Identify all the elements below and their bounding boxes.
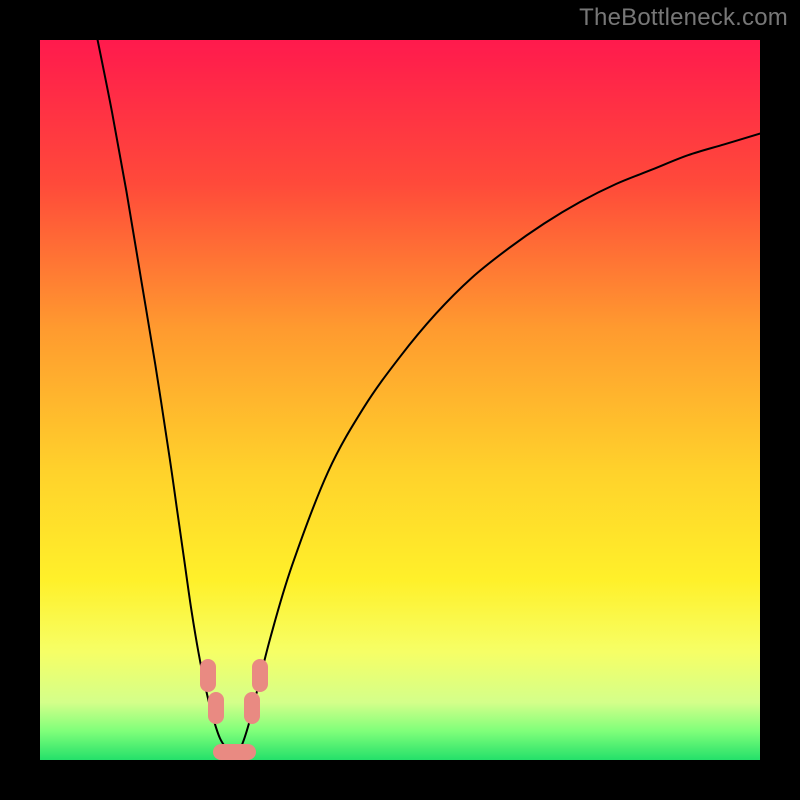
marker-right-lower — [244, 692, 260, 724]
marker-layer — [40, 40, 760, 760]
plot-area — [40, 40, 760, 760]
chart-frame: TheBottleneck.com — [0, 0, 800, 800]
marker-left-lower — [208, 692, 224, 724]
watermark-text: TheBottleneck.com — [579, 4, 788, 32]
marker-right-upper — [252, 659, 268, 691]
marker-left-upper — [200, 659, 216, 691]
marker-bottom-bar — [213, 744, 256, 760]
